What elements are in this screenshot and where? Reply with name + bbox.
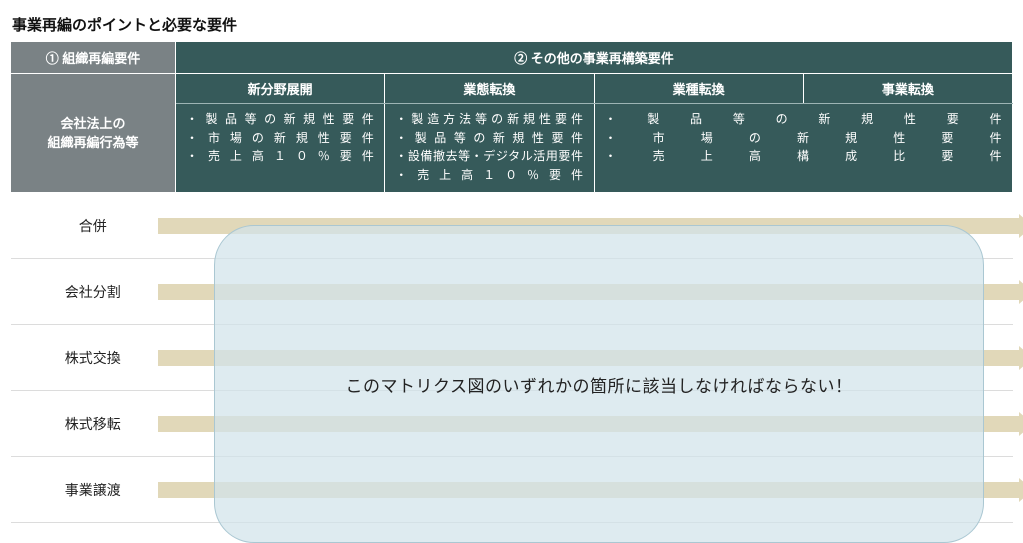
- row-body: [176, 391, 1013, 457]
- header-col2: ② その他の事業再構築要件: [176, 42, 1013, 74]
- row-body: [176, 259, 1013, 325]
- arrow-icon: [158, 350, 1019, 366]
- matrix-table: ① 組織再編要件 ② その他の事業再構築要件 会社法上の 組織再編行為等 新分野…: [10, 41, 1013, 523]
- bullet: 製品等の新規性要件: [186, 110, 374, 129]
- bullet: 市場の新規性要件: [605, 129, 1003, 148]
- row-body: [176, 193, 1013, 259]
- bullet: 製品等の新規性要件: [605, 110, 1003, 129]
- bullet: 売上高構成比要件: [605, 147, 1003, 166]
- header-left-sub: 会社法上の 組織再編行為等: [11, 74, 176, 193]
- arrow-icon: [158, 284, 1019, 300]
- cat-0-bullets: 製品等の新規性要件 市場の新規性要件 売上高１０％要件: [176, 104, 385, 193]
- cat-3: 事業転換: [803, 74, 1012, 104]
- matrix-wrap: ① 組織再編要件 ② その他の事業再構築要件 会社法上の 組織再編行為等 新分野…: [10, 41, 1013, 523]
- cat-1: 業態転換: [385, 74, 594, 104]
- arrow-icon: [158, 218, 1019, 234]
- row-body: [176, 457, 1013, 523]
- cat-23-bullets: 製品等の新規性要件 市場の新規性要件 売上高構成比要件: [594, 104, 1013, 193]
- bullet: 製造方法等の新規性要件: [395, 110, 583, 129]
- table-row: 会社分割: [11, 259, 1013, 325]
- row-label-1: 会社分割: [11, 259, 176, 325]
- cat-1-bullets: 製造方法等の新規性要件 製品等の新規性要件 設備撤去等・デジタル活用要件 売上高…: [385, 104, 594, 193]
- row-label-3: 株式移転: [11, 391, 176, 457]
- bullet: 設備撤去等・デジタル活用要件: [395, 147, 583, 166]
- row-body: [176, 325, 1013, 391]
- bullet: 製品等の新規性要件: [395, 129, 583, 148]
- arrow-icon: [158, 482, 1019, 498]
- table-row: 合併: [11, 193, 1013, 259]
- row-label-0: 合併: [11, 193, 176, 259]
- bullet: 売上高１０％要件: [186, 147, 374, 166]
- bullet: 市場の新規性要件: [186, 129, 374, 148]
- table-row: 事業譲渡: [11, 457, 1013, 523]
- arrow-icon: [158, 416, 1019, 432]
- table-row: 株式交換: [11, 325, 1013, 391]
- header-left-sub-text: 会社法上の 組織再編行為等: [47, 116, 138, 151]
- cat-2: 業種転換: [594, 74, 803, 104]
- header-col1: ① 組織再編要件: [11, 42, 176, 74]
- row-label-4: 事業譲渡: [11, 457, 176, 523]
- bullet: 売上高１０％要件: [395, 166, 583, 185]
- row-label-2: 株式交換: [11, 325, 176, 391]
- table-row: 株式移転: [11, 391, 1013, 457]
- cat-0: 新分野展開: [176, 74, 385, 104]
- page-title: 事業再編のポイントと必要な要件: [12, 14, 1013, 35]
